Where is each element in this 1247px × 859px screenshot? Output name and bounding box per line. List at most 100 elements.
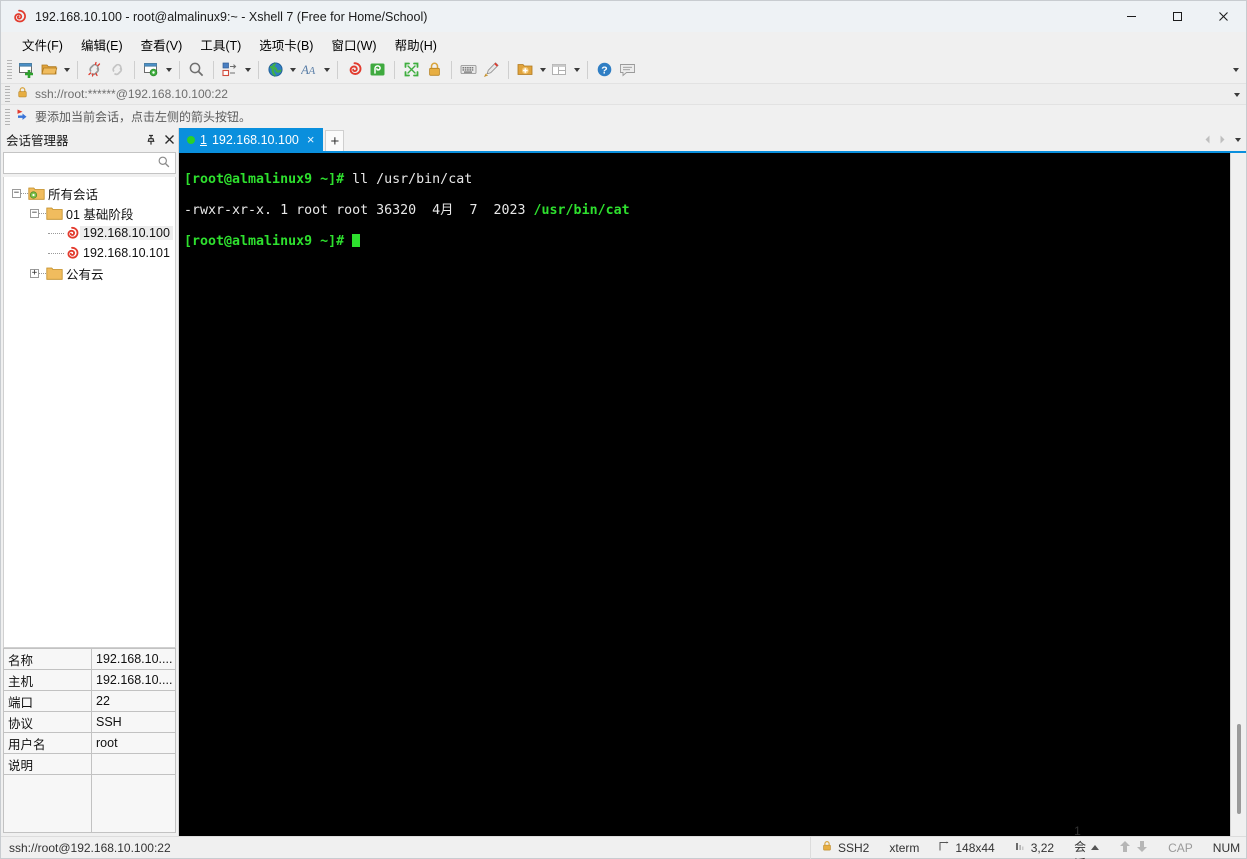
help-icon[interactable]: ? — [593, 58, 616, 81]
property-value[interactable] — [91, 753, 176, 775]
property-key: 说明 — [3, 753, 92, 775]
globe-icon[interactable] — [264, 58, 287, 81]
expander-toggle[interactable]: + — [30, 268, 39, 278]
toolbar-overflow-button[interactable] — [1230, 56, 1242, 83]
toolbar-separator — [258, 60, 259, 79]
globe-caret-icon[interactable] — [287, 58, 298, 81]
notice-bar-grip[interactable] — [5, 108, 10, 125]
transfer-caret-icon[interactable] — [242, 58, 253, 81]
property-key: 协议 — [3, 711, 92, 733]
tree-item-folder-cloud[interactable]: + 公有云 — [4, 263, 175, 283]
table-row: 协议 SSH — [3, 711, 176, 733]
add-folder-icon[interactable] — [514, 58, 537, 81]
address-input[interactable]: ssh://root:******@192.168.10.100:22 — [35, 87, 228, 101]
folder-gear-icon — [28, 186, 45, 201]
layout-caret-icon[interactable] — [571, 58, 582, 81]
lock-icon — [821, 840, 833, 855]
new-tab-button[interactable]: + — [325, 130, 345, 151]
minimize-button[interactable] — [1108, 1, 1154, 32]
menu-view[interactable]: 查看(V) — [132, 32, 192, 57]
tree-item-session-101[interactable]: 192.168.10.101 — [4, 243, 175, 263]
open-folder-caret-icon[interactable] — [61, 58, 72, 81]
maximize-button[interactable] — [1154, 1, 1200, 32]
session-tree[interactable]: − 所有会话 − 01 基础阶段 192.168.10.100 192.168.… — [3, 177, 176, 648]
menu-file[interactable]: 文件(F) — [13, 32, 72, 57]
property-value[interactable]: 192.168.10.... — [91, 669, 176, 691]
disconnect-icon[interactable] — [83, 58, 106, 81]
terminal-output[interactable]: [root@almalinux9 ~]# ll /usr/bin/cat -rw… — [179, 153, 1230, 836]
font-caret-icon[interactable] — [321, 58, 332, 81]
xshell-icon[interactable] — [343, 58, 366, 81]
menu-tools[interactable]: 工具(T) — [191, 32, 250, 57]
property-value[interactable]: root — [91, 732, 176, 754]
property-value[interactable]: SSH — [91, 711, 176, 733]
property-value[interactable]: 22 — [91, 690, 176, 712]
tab-menu-caret-icon[interactable] — [1231, 130, 1244, 150]
pin-icon[interactable] — [142, 130, 160, 150]
status-size-text: 148x44 — [955, 840, 995, 855]
tab-scroll-right-icon[interactable] — [1216, 130, 1229, 150]
session-properties-icon[interactable] — [140, 58, 163, 81]
address-bar-caret-icon[interactable] — [1234, 84, 1240, 106]
toolbar-grip[interactable] — [7, 59, 12, 80]
layout-icon[interactable] — [548, 58, 571, 81]
tree-item-session-100[interactable]: 192.168.10.100 — [4, 223, 175, 243]
table-row: 用户名 root — [3, 732, 176, 754]
menu-tabs[interactable]: 选项卡(B) — [250, 32, 322, 57]
toolbar-separator — [179, 60, 180, 79]
xshell-logo-icon — [11, 9, 27, 25]
new-session-icon[interactable] — [15, 58, 38, 81]
tab-bar: 1 192.168.10.100 × + — [179, 128, 1246, 151]
flag-arrow-icon — [16, 108, 30, 125]
property-value[interactable]: 192.168.10.... — [91, 648, 176, 670]
chevron-up-icon[interactable] — [1091, 845, 1100, 850]
close-icon[interactable] — [160, 130, 178, 150]
feedback-icon[interactable] — [616, 58, 639, 81]
find-icon[interactable] — [185, 58, 208, 81]
keyboard-icon[interactable] — [457, 58, 480, 81]
tab-scroll-left-icon[interactable] — [1201, 130, 1214, 150]
tab-session-1[interactable]: 1 192.168.10.100 × — [179, 128, 324, 151]
scrollbar-thumb[interactable] — [1237, 724, 1241, 814]
session-properties-table: 名称 192.168.10.... 主机 192.168.10.... 端口 2… — [1, 648, 178, 836]
xftp-icon[interactable] — [366, 58, 389, 81]
arrow-down-icon — [1136, 840, 1148, 856]
address-bar[interactable]: ssh://root:******@192.168.10.100:22 — [1, 83, 1246, 105]
tree-item-folder-01[interactable]: − 01 基础阶段 — [4, 203, 175, 223]
main-body: 会话管理器 − 所有会话 − 01 基础阶段 192.168.10.100 19… — [1, 128, 1246, 836]
highlight-icon[interactable] — [480, 58, 503, 81]
close-button[interactable] — [1200, 1, 1246, 32]
menu-help[interactable]: 帮助(H) — [386, 32, 446, 57]
expander-toggle[interactable]: − — [30, 208, 39, 218]
toolbar: A A ? — [1, 56, 1246, 83]
transfer-icon[interactable] — [219, 58, 242, 81]
search-input[interactable] — [3, 152, 176, 174]
table-row-empty — [3, 774, 176, 833]
fullscreen-icon[interactable] — [400, 58, 423, 81]
menu-edit[interactable]: 编辑(E) — [72, 32, 132, 57]
terminal-area: 1 192.168.10.100 × + [root@almalinux9 ~]… — [179, 128, 1246, 836]
add-folder-caret-icon[interactable] — [537, 58, 548, 81]
expander-toggle[interactable]: − — [12, 188, 21, 198]
reconnect-icon[interactable] — [106, 58, 129, 81]
address-bar-grip[interactable] — [5, 86, 10, 102]
status-sessions[interactable]: 1 会话 — [1064, 824, 1109, 859]
property-key-empty — [3, 774, 92, 833]
status-connection: ssh://root@192.168.10.100:22 — [1, 836, 811, 859]
tree-item-all-sessions[interactable]: − 所有会话 — [4, 183, 175, 203]
tab-close-button[interactable]: × — [304, 133, 318, 146]
toolbar-separator — [77, 60, 78, 79]
font-icon[interactable]: A A — [298, 58, 321, 81]
terminal-scrollbar[interactable] — [1230, 153, 1246, 836]
menu-window[interactable]: 窗口(W) — [322, 32, 385, 57]
session-properties-caret-icon[interactable] — [163, 58, 174, 81]
table-row: 主机 192.168.10.... — [3, 669, 176, 691]
lock-icon — [16, 86, 29, 102]
terminal-line: [root@almalinux9 ~]# ll /usr/bin/cat — [184, 172, 1230, 188]
open-folder-icon[interactable] — [38, 58, 61, 81]
toolbar-separator — [213, 60, 214, 79]
lock-icon[interactable] — [423, 58, 446, 81]
window-controls — [1108, 1, 1246, 32]
tree-item-label: 01 基础阶段 — [66, 207, 134, 222]
property-key: 端口 — [3, 690, 92, 712]
